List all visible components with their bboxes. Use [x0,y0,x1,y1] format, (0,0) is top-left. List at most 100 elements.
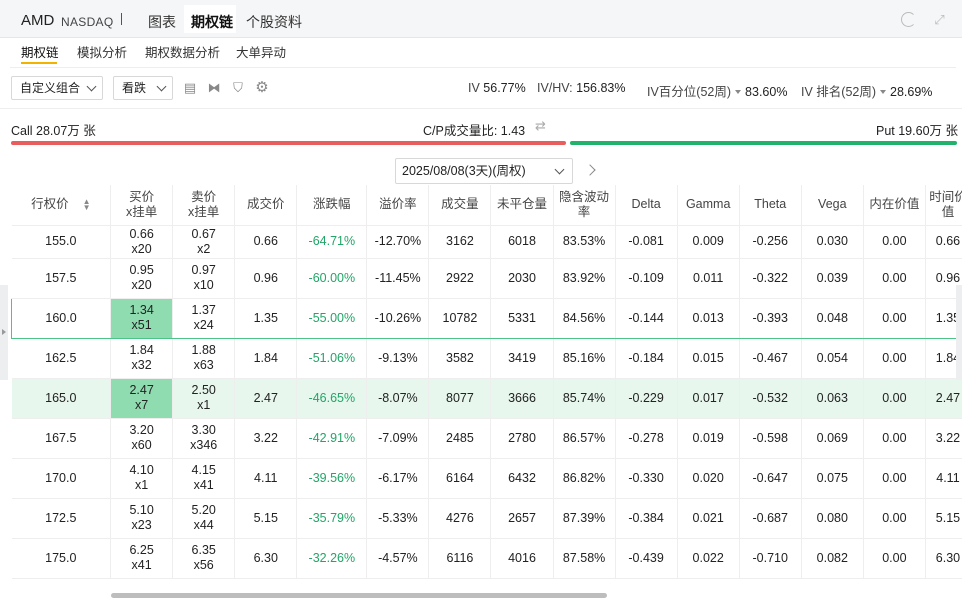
intrinsic-value-cell: 0.00 [863,297,926,339]
ask-cell[interactable]: 1.88 x63 [172,338,236,379]
table-row[interactable]: 160.0 1.34 x51 1.37 x24 1.35 -55.00% -10.26% 107… [11,297,962,339]
subtab-option-data-analysis[interactable]: 期权数据分析 [145,42,220,61]
delta-cell: -0.184 [615,338,678,379]
swap-icon[interactable]: ⇄ [535,118,546,134]
header-delta-text: Delta [631,197,661,212]
filter-icon[interactable]: ⛉ [231,81,245,95]
iv-rank-metric[interactable]: IV 排名(52周) 28.69% [801,81,932,100]
tab-option-chain[interactable]: 期权链 [191,12,233,32]
theta-cell: -0.256 [739,225,802,259]
volume-cell: 3162 [428,225,492,259]
header-gamma[interactable]: Gamma [677,185,740,226]
collapse-right-handle[interactable] [956,285,962,380]
theta-cell: -0.710 [739,538,802,579]
volume-cell: 6116 [428,538,492,579]
ask-price: 5.20 [191,503,216,517]
ask-cell[interactable]: 2.50 x1 [172,378,236,419]
subtab-option-chain[interactable]: 期权链 [21,42,59,61]
bid-cell[interactable]: 0.95 x20 [110,258,174,299]
header-last[interactable]: 成交价 [234,185,298,226]
table-row[interactable]: 165.0 2.47 x7 2.50 x1 2.47 -46.65% -8.07% 8077 36… [11,378,962,419]
header-theta[interactable]: Theta [739,185,802,226]
ivhv-label: IV/HV: [537,81,573,95]
header-bid[interactable]: 买价 x挂单 [110,185,174,226]
header-volume[interactable]: 成交量 [428,185,492,226]
bid-price: 2.47 [129,383,154,397]
header-open-interest[interactable]: 未平仓量 [490,185,554,226]
delta-cell: -0.229 [615,378,678,419]
subtab-simulation[interactable]: 模拟分析 [77,42,127,61]
columns-icon[interactable]: ⧓ [207,81,221,95]
table-row[interactable]: 157.5 0.95 x20 0.97 x10 0.96 -60.00% -11.45% 292… [11,258,962,299]
header-ask-text: x挂单 [188,204,220,219]
header-theta-text: Theta [754,197,787,212]
header-premium[interactable]: 溢价率 [366,185,430,226]
tab-chart[interactable]: 图表 [148,12,176,32]
table-row[interactable]: 170.0 4.10 x1 4.15 x41 4.11 -39.56% -6.17% 6164 6… [11,458,962,499]
subtab-block-trades[interactable]: 大单异动 [236,42,286,61]
bid-cell[interactable]: 1.34 x51 [110,297,174,339]
table-row[interactable]: 162.5 1.84 x32 1.88 x63 1.84 -51.06% -9.13% 3582… [11,338,962,379]
header-ask[interactable]: 卖价 x挂单 [172,185,236,226]
cp-ratio: C/P成交量比: 1.43 [423,120,525,139]
header-vega[interactable]: Vega [801,185,864,226]
last-price-cell: 6.30 [234,538,298,579]
ask-cell[interactable]: 0.97 x10 [172,258,236,299]
put-volume-bar [570,141,957,145]
header-intrinsic-value[interactable]: 内在价值 [863,185,926,226]
next-expiry-icon[interactable] [584,164,596,176]
ask-cell[interactable]: 0.67 x2 [172,225,236,259]
vega-cell: 0.075 [801,458,864,499]
bid-cell[interactable]: 0.66 x20 [110,225,174,259]
divider [0,108,962,109]
bid-cell[interactable]: 2.47 x7 [110,378,174,419]
list-icon[interactable]: ▤ [183,81,197,95]
vega-cell: 0.039 [801,258,864,299]
header-time-value[interactable]: 时间价值 [925,185,962,226]
bid-cell[interactable]: 3.20 x60 [110,418,174,459]
expand-icon[interactable]: ⤢ [932,12,947,27]
table-row[interactable]: 167.5 3.20 x60 3.30 x346 3.22 -42.91% -7.09% 248… [11,418,962,459]
horizontal-scrollbar[interactable] [111,593,607,598]
header-vega-text: Vega [818,197,847,212]
ask-cell[interactable]: 4.15 x41 [172,458,236,499]
intrinsic-value-cell: 0.00 [863,338,926,379]
ask-cell[interactable]: 1.37 x24 [172,297,236,339]
table-row[interactable]: 172.5 5.10 x23 5.20 x44 5.15 -35.79% -5.33% 4276… [11,498,962,539]
ask-cell[interactable]: 3.30 x346 [172,418,236,459]
volume-cell: 6164 [428,458,492,499]
collapse-left-handle[interactable] [0,285,8,380]
ask-cell[interactable]: 6.35 x56 [172,538,236,579]
iv-cell: 83.53% [553,225,616,259]
table-row[interactable]: 175.0 6.25 x41 6.35 x56 6.30 -32.26% -4.57% 6116… [11,538,962,579]
header-change[interactable]: 涨跌幅 [296,185,368,226]
header-implied-volatility[interactable]: 隐含波动率 [553,185,616,226]
bid-cell[interactable]: 4.10 x1 [110,458,174,499]
bid-cell[interactable]: 6.25 x41 [110,538,174,579]
header-strike-text: 行权价 [31,197,69,212]
bid-cell[interactable]: 5.10 x23 [110,498,174,539]
iv-percentile-label: IV百分位(52周) [647,85,732,99]
bid-cell[interactable]: 1.84 x32 [110,338,174,379]
direction-select[interactable]: 看跌 [113,76,173,100]
header-time-value-text: 时间价值 [929,189,962,219]
active-subtab-underline [21,62,57,64]
iv-percentile-metric[interactable]: IV百分位(52周) 83.60% [647,81,787,100]
header-delta[interactable]: Delta [615,185,678,226]
expiry-select[interactable]: 2025/08/08(3天)(周权) [395,158,573,184]
settings-icon[interactable]: ⚙ [255,80,269,95]
volume-cell: 3582 [428,338,492,379]
divider [10,67,956,68]
strike-cell: 155.0 [11,225,112,259]
combo-select[interactable]: 自定义组合 [11,76,103,100]
header-premium-text: 溢价率 [379,197,417,212]
table-row[interactable]: 155.0 0.66 x20 0.67 x2 0.66 -64.71% -12.70% 3162… [11,225,962,259]
open-interest-cell: 2780 [490,418,554,459]
time-value-cell: 4.11 [925,458,962,499]
sort-icon[interactable]: ▲ ▼ [83,197,91,211]
header-strike[interactable]: 行权价 ▲ ▼ [11,185,112,226]
refresh-icon[interactable] [901,12,916,27]
bid-size: x32 [131,358,152,372]
ask-cell[interactable]: 5.20 x44 [172,498,236,539]
tab-stock-profile[interactable]: 个股资料 [246,12,302,32]
